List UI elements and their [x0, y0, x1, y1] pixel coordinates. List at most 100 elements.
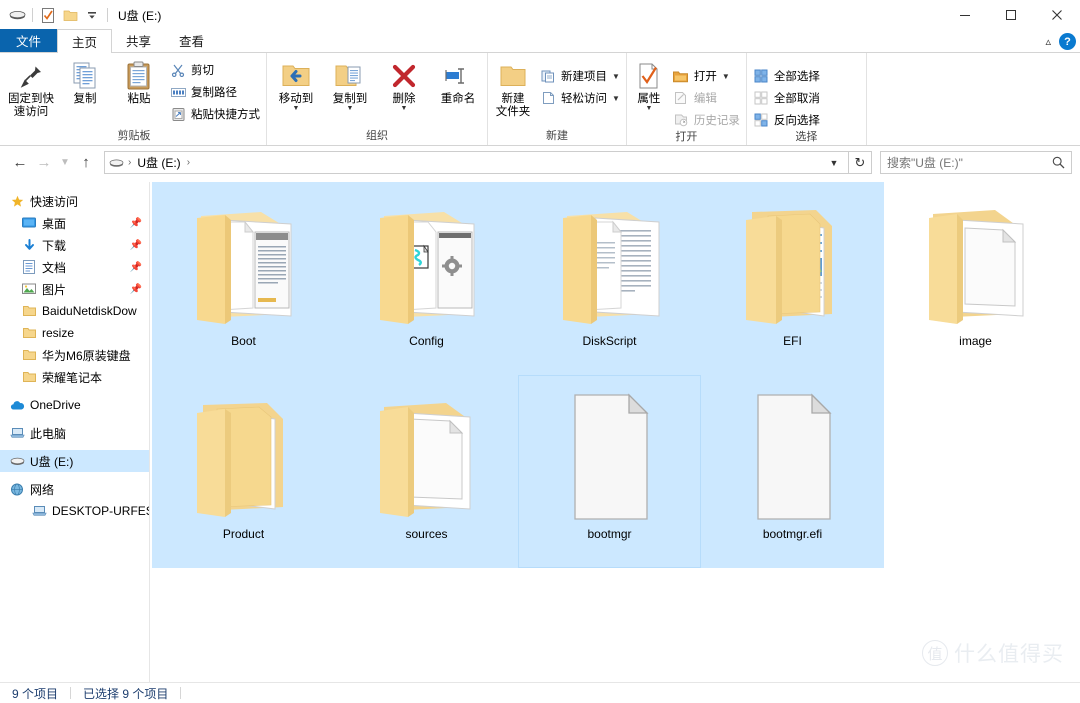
- sidebar-label: DESKTOP-URFESP: [52, 504, 150, 518]
- copy-path-button[interactable]: 复制路径: [166, 81, 264, 103]
- generic-file-icon: [728, 383, 858, 523]
- copy-label: 复制: [73, 93, 97, 105]
- sidebar-item-pictures[interactable]: 图片 📌: [0, 278, 150, 300]
- select-none-button[interactable]: 全部取消: [749, 87, 824, 109]
- pc-icon: [30, 505, 48, 517]
- pin-icon[interactable]: 📌: [130, 262, 142, 273]
- breadcrumb-separator-2[interactable]: ›: [186, 157, 191, 168]
- chevron-up-icon[interactable]: ▵: [1045, 35, 1051, 48]
- invert-selection-button[interactable]: 反向选择: [749, 109, 824, 131]
- breadcrumb[interactable]: › U盘 (E:) › ▼: [104, 151, 849, 174]
- open-folder-icon: [673, 68, 689, 84]
- chevron-down-icon[interactable]: ▼: [645, 105, 652, 112]
- chevron-down-icon[interactable]: ▼: [612, 72, 620, 81]
- file-tile-image[interactable]: image: [884, 182, 1067, 375]
- properties-icon[interactable]: [37, 4, 59, 26]
- sidebar-item-network[interactable]: 网络: [0, 478, 150, 500]
- sidebar-item-desktop-urfesp[interactable]: DESKTOP-URFESP: [0, 500, 150, 522]
- sidebar-item-honor-notebook[interactable]: 荣耀笔记本: [0, 366, 150, 388]
- sidebar-item-documents[interactable]: 文档 📌: [0, 256, 150, 278]
- sidebar-item-downloads[interactable]: 下载 📌: [0, 234, 150, 256]
- sidebar-label: 快速访问: [30, 194, 79, 209]
- properties-button[interactable]: 属性 ▼: [629, 57, 669, 113]
- sidebar-item-huawei-m6-keyboard[interactable]: 华为M6原装键盘: [0, 344, 150, 366]
- forward-button[interactable]: →: [32, 151, 56, 175]
- file-tile-bootmgr-efi[interactable]: bootmgr.efi: [701, 375, 884, 568]
- file-tile-product[interactable]: Product: [152, 375, 335, 568]
- chevron-down-icon[interactable]: ▼: [347, 105, 354, 112]
- paste-button[interactable]: 粘贴: [112, 57, 166, 108]
- search-icon[interactable]: [1052, 156, 1065, 169]
- copy-button[interactable]: 复制: [58, 57, 112, 108]
- new-folder-button[interactable]: 新建 文件夹: [490, 57, 536, 121]
- sidebar-item-resize[interactable]: resize: [0, 322, 150, 344]
- tab-file[interactable]: 文件: [0, 29, 58, 52]
- drive-icon[interactable]: [6, 4, 28, 26]
- cut-label: 剪切: [191, 65, 214, 77]
- tab-share[interactable]: 共享: [112, 29, 166, 52]
- watermark-badge: 值: [922, 640, 948, 666]
- up-button[interactable]: ↑: [74, 151, 98, 175]
- pc-icon: [8, 427, 26, 439]
- sidebar-label: 荣耀笔记本: [42, 370, 103, 385]
- file-tile-boot[interactable]: Boot: [152, 182, 335, 375]
- folder-icon: [20, 327, 38, 339]
- move-to-button[interactable]: 移动到 ▼: [269, 57, 323, 113]
- qat-divider: [32, 8, 33, 22]
- file-tile-bootmgr[interactable]: bootmgr: [518, 375, 701, 568]
- sidebar-item-baidunetdisk[interactable]: BaiduNetdiskDow: [0, 300, 150, 322]
- history-button[interactable]: 历史记录: [669, 109, 744, 131]
- chevron-down-icon[interactable]: ▼: [612, 94, 620, 103]
- copy-to-button[interactable]: 复制到 ▼: [323, 57, 377, 113]
- sidebar-item-quick-access[interactable]: 快速访问: [0, 190, 150, 212]
- new-folder-icon: [498, 59, 528, 93]
- cut-button[interactable]: 剪切: [166, 59, 264, 81]
- minimize-button[interactable]: [942, 0, 988, 30]
- new-item-button[interactable]: 新建项目 ▼: [536, 65, 624, 87]
- easy-access-button[interactable]: 轻松访问 ▼: [536, 87, 624, 109]
- sidebar-item-onedrive[interactable]: OneDrive: [0, 394, 150, 416]
- chevron-down-icon[interactable]: ▼: [293, 105, 300, 112]
- folder-icon: [20, 305, 38, 317]
- file-tile-sources[interactable]: sources: [335, 375, 518, 568]
- paste-shortcut-button[interactable]: 粘贴快捷方式: [166, 103, 264, 125]
- select-none-label: 全部取消: [773, 93, 820, 105]
- maximize-button[interactable]: [988, 0, 1034, 30]
- breadcrumb-item-drive[interactable]: U盘 (E:): [135, 154, 182, 171]
- scissors-icon: [170, 62, 186, 78]
- file-tile-efi[interactable]: EFI: [701, 182, 884, 375]
- delete-button[interactable]: 删除 ▼: [377, 57, 431, 113]
- paste-icon: [126, 59, 152, 93]
- file-name: EFI: [783, 334, 802, 348]
- breadcrumb-separator-1[interactable]: ›: [127, 157, 132, 168]
- close-button[interactable]: [1034, 0, 1080, 30]
- tab-home[interactable]: 主页: [57, 29, 113, 53]
- pin-icon[interactable]: 📌: [130, 284, 142, 295]
- tab-view[interactable]: 查看: [165, 29, 219, 52]
- sidebar-item-usb-drive[interactable]: U盘 (E:): [0, 450, 150, 472]
- edit-button[interactable]: 编辑: [669, 87, 744, 109]
- back-button[interactable]: ←: [8, 151, 32, 175]
- pin-icon[interactable]: 📌: [130, 218, 142, 229]
- new-folder-label-1: 新建: [501, 93, 525, 105]
- sidebar-item-desktop[interactable]: 桌面 📌: [0, 212, 150, 234]
- file-list-view[interactable]: Boot Config DiskScript EFI image Product…: [150, 182, 1080, 682]
- pin-to-quick-access-button[interactable]: 固定到快 速访问: [4, 57, 58, 121]
- search-input[interactable]: 搜索"U盘 (E:)": [880, 151, 1072, 174]
- customize-qat-icon[interactable]: [81, 4, 103, 26]
- refresh-button[interactable]: ↻: [849, 151, 872, 174]
- file-tile-diskscript[interactable]: DiskScript: [518, 182, 701, 375]
- file-tile-config[interactable]: Config: [335, 182, 518, 375]
- new-folder-icon[interactable]: [59, 4, 81, 26]
- sidebar-item-this-pc[interactable]: 此电脑: [0, 422, 150, 444]
- select-all-button[interactable]: 全部选择: [749, 65, 824, 87]
- chevron-down-icon[interactable]: ▼: [722, 72, 730, 81]
- chevron-down-icon[interactable]: ▼: [824, 158, 844, 168]
- recent-locations-button[interactable]: ▼: [56, 151, 74, 175]
- open-button[interactable]: 打开 ▼: [669, 65, 744, 87]
- ribbon-group-select: 全部选择 全部取消 反向选择 选择: [747, 53, 867, 145]
- chevron-down-icon[interactable]: ▼: [401, 105, 408, 112]
- help-button[interactable]: ?: [1059, 33, 1076, 50]
- pin-icon[interactable]: 📌: [130, 240, 142, 251]
- rename-button[interactable]: 重命名: [431, 57, 485, 108]
